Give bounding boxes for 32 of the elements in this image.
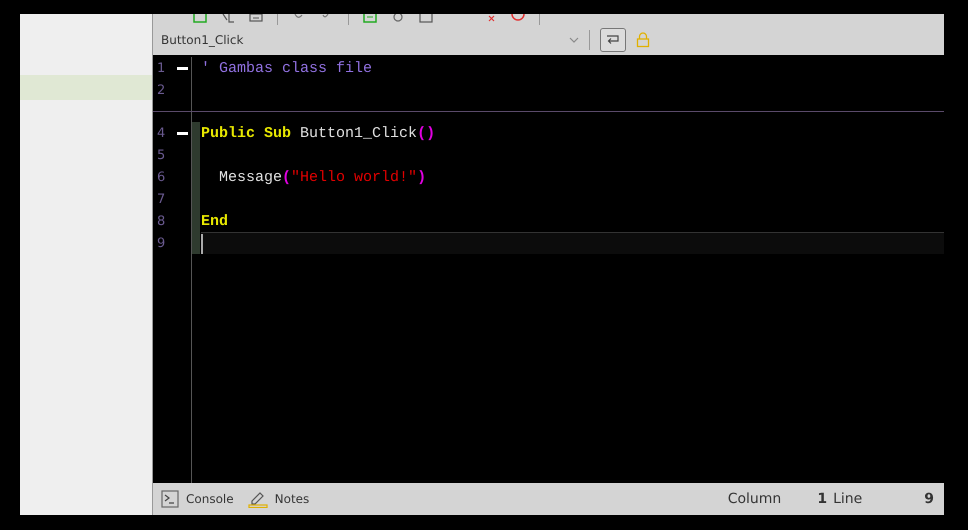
printer-icon[interactable]: [249, 14, 263, 24]
line-number: 5: [156, 146, 166, 164]
line-number: 1: [156, 60, 166, 78]
column-value: 1: [817, 491, 828, 507]
line-number: 8: [156, 212, 166, 230]
pencil-icon[interactable]: [248, 490, 268, 508]
toolbar-icon[interactable]: [419, 14, 433, 24]
line-number: 6: [156, 168, 166, 186]
line-label: Line: [833, 491, 862, 507]
code-line: Public Sub Button1_Click(): [201, 124, 436, 142]
code-line: Message("Hello world!"): [218, 168, 426, 186]
word-wrap-button[interactable]: [600, 28, 626, 52]
text-cursor: [201, 234, 203, 254]
console-tab[interactable]: Console: [186, 492, 234, 506]
chevron-down-icon: [569, 37, 579, 43]
line-value: 9: [924, 491, 934, 507]
code-line: End: [201, 212, 228, 230]
toolbar-icon[interactable]: [391, 14, 405, 24]
fold-marker[interactable]: [177, 66, 188, 70]
procedure-dropdown[interactable]: Button1_Click: [161, 33, 579, 47]
toolbar-icon[interactable]: [221, 14, 235, 24]
notes-tab[interactable]: Notes: [274, 492, 310, 506]
terminal-icon[interactable]: [161, 490, 179, 508]
line-number: 9: [156, 234, 166, 252]
fold-marker[interactable]: [177, 132, 188, 134]
column-label: Column: [728, 491, 782, 507]
code-editor[interactable]: 1 ' Gambas class file 2 4 Public Sub Button1_Click() 5 6 Message("Hello world!") 7 8 End 9: [153, 55, 944, 483]
close-icon[interactable]: [487, 14, 497, 24]
code-line: ' Gambas class file: [201, 60, 372, 76]
line-number: 7: [156, 190, 166, 208]
line-number: 4: [156, 124, 166, 142]
line-number: 2: [156, 82, 166, 100]
